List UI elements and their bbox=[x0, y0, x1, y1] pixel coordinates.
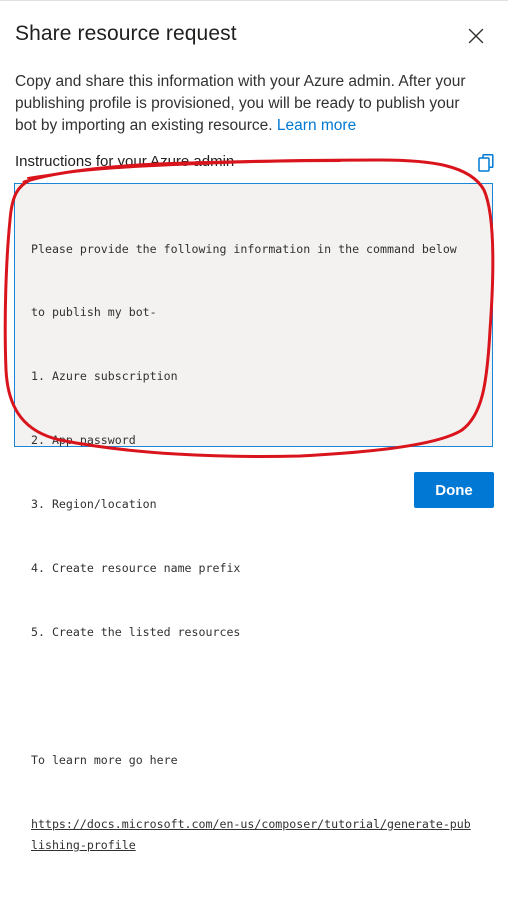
instructions-textbox[interactable]: Please provide the following information… bbox=[14, 183, 493, 852]
instructions-intro-line1: Please provide the following information… bbox=[31, 241, 457, 256]
instruction-item: 1. Azure subscription bbox=[31, 369, 178, 384]
done-button[interactable]: Done bbox=[414, 472, 494, 508]
instructions-label: Instructions for your Azure admin bbox=[15, 153, 235, 170]
copy-button[interactable] bbox=[475, 153, 497, 173]
instruction-item: 3. Region/location bbox=[31, 497, 157, 512]
dialog-title: Share resource request bbox=[15, 22, 237, 45]
close-icon bbox=[468, 28, 484, 44]
learn-more-link[interactable]: Learn more bbox=[277, 117, 356, 134]
description-text: Copy and share this information with you… bbox=[15, 73, 466, 134]
dialog-description: Copy and share this information with you… bbox=[15, 71, 485, 137]
instructions-intro-line2: to publish my bot- bbox=[31, 305, 157, 320]
instruction-item: 4. Create resource name prefix bbox=[31, 561, 241, 576]
instruction-item: 5. Create the listed resources bbox=[31, 624, 241, 639]
instruction-item: 2. App password bbox=[31, 433, 136, 448]
docs-url: https://docs.microsoft.com/en-us/compose… bbox=[31, 816, 471, 852]
learn-more-text: To learn more go here bbox=[31, 752, 178, 767]
share-resource-dialog: Share resource request Copy and share th… bbox=[0, 0, 508, 852]
dialog-top-divider bbox=[0, 0, 508, 1]
instructions-content: Please provide the following information… bbox=[31, 196, 471, 899]
close-button[interactable] bbox=[462, 22, 490, 50]
copy-icon bbox=[478, 154, 494, 172]
